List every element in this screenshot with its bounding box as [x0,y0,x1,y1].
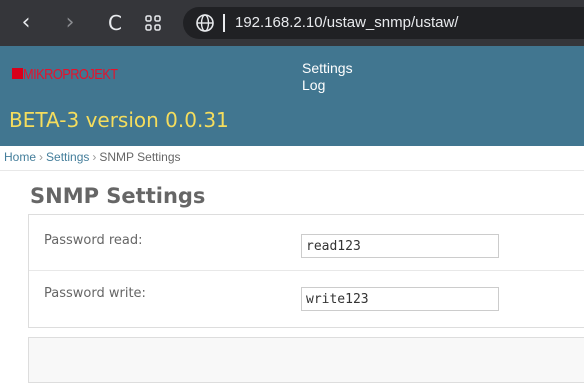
form-row-password-write: Password write: [29,271,584,326]
tab-search-icon[interactable] [140,0,166,46]
address-bar[interactable]: 192.168.2.10/ustaw_snmp/ustaw/ [183,7,584,39]
breadcrumb-separator: › [92,150,97,164]
settings-form: Password read: Password write: [28,214,584,328]
password-read-input[interactable] [301,234,499,258]
menu-item-log[interactable]: Log [302,77,325,93]
logo-text: MIKROPROJEKT [23,66,118,83]
grid-icon [145,15,161,31]
breadcrumb: Home › Settings › SNMP Settings [0,146,584,171]
breadcrumb-settings[interactable]: Settings [46,150,89,164]
password-read-label: Password read: [44,233,143,248]
forward-icon[interactable]: › [58,0,82,46]
reload-icon[interactable]: C [102,0,128,46]
breadcrumb-current: SNMP Settings [99,150,181,164]
menu-item-settings[interactable]: Settings [302,60,353,76]
browser-toolbar: ‹ › C 192.168.2.10/ustaw_snmp/ustaw/ [0,0,584,46]
form-row-password-read: Password read: [29,215,584,271]
submit-row [28,337,584,383]
logo-square-icon [12,68,23,79]
version-title: BETA-3 version 0.0.31 [9,108,229,132]
page-title: SNMP Settings [30,184,206,208]
url-text[interactable]: 192.168.2.10/ustaw_snmp/ustaw/ [235,7,458,39]
back-icon[interactable]: ‹ [14,0,38,46]
address-divider [223,14,225,32]
site-header: MIKROPROJEKT Settings Log BETA-3 version… [0,46,584,146]
breadcrumb-home[interactable]: Home [4,150,36,164]
breadcrumb-separator: › [39,150,44,164]
password-write-label: Password write: [44,286,146,301]
password-write-input[interactable] [301,287,499,311]
globe-icon [196,14,214,32]
